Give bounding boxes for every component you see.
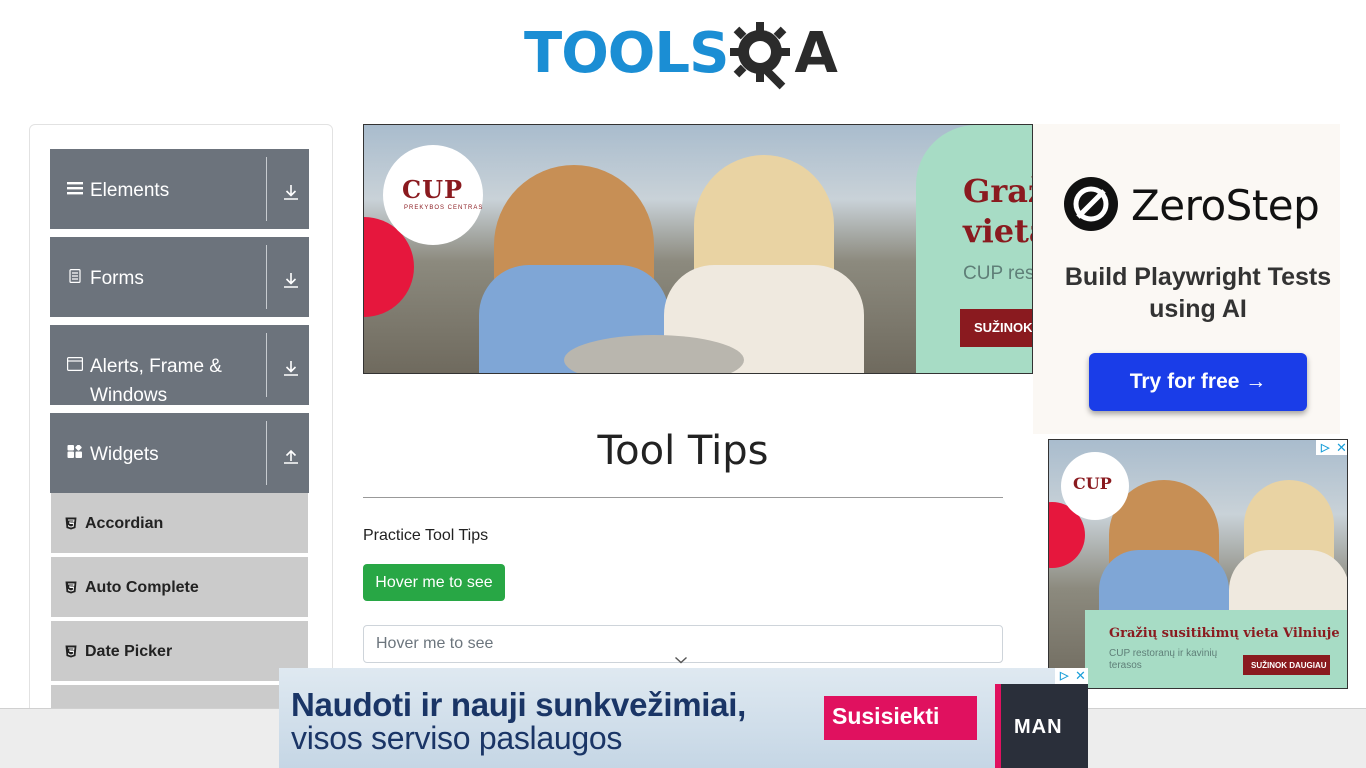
cup-logo-subtitle: PREKYBOS CENTRAS bbox=[404, 205, 484, 211]
document-icon bbox=[67, 269, 83, 284]
man-bottom-ad[interactable]: Naudoti ir nauji sunkvežimiai, visos ser… bbox=[279, 668, 1088, 768]
sidebar-item-accordian[interactable]: Accordian bbox=[51, 493, 308, 555]
html5-icon bbox=[65, 581, 77, 594]
divider bbox=[266, 245, 267, 309]
download-icon[interactable] bbox=[282, 359, 300, 377]
divider bbox=[266, 333, 267, 397]
sidebar-group-widgets[interactable]: Widgets bbox=[50, 413, 309, 493]
widgets-icon bbox=[67, 444, 83, 459]
logo-suffix: A bbox=[794, 21, 838, 86]
sidebar-item-label: Accordian bbox=[85, 515, 164, 532]
html5-icon bbox=[65, 517, 77, 530]
ad-cta-button[interactable]: Susisiekti bbox=[824, 696, 977, 740]
sidebar-group-label: Alerts, Frame & Windows bbox=[90, 356, 222, 406]
ad-subline: CUP res bbox=[963, 263, 1033, 284]
download-icon[interactable] bbox=[282, 183, 300, 201]
sidebar-group-label: Widgets bbox=[90, 444, 159, 465]
gear-magnifier-icon bbox=[730, 20, 798, 90]
toolsqa-logo[interactable]: TOOLS A bbox=[524, 16, 848, 92]
divider bbox=[266, 157, 267, 221]
zerostep-tagline: Build Playwright Tests using AI bbox=[1064, 263, 1332, 323]
sidebar-group-label: Elements bbox=[90, 180, 170, 201]
ad-headline: Naudoti ir nauji sunkvežimiai, bbox=[291, 686, 746, 723]
adchoices-badge[interactable]: ▷ ✕ bbox=[1055, 668, 1088, 684]
ad-headline-line: Graž bbox=[963, 172, 1032, 210]
sidebar-item-date-picker[interactable]: Date Picker bbox=[51, 621, 308, 683]
sidebar-group-elements[interactable]: Elements bbox=[50, 149, 309, 229]
upload-icon[interactable] bbox=[282, 447, 300, 465]
tooltip-hover-button[interactable]: Hover me to see bbox=[363, 564, 505, 601]
page: TOOLS A Elements Forms Alerts, Frame & W… bbox=[0, 0, 1366, 768]
practice-label: Practice Tool Tips bbox=[363, 527, 489, 544]
sidebar-group-forms[interactable]: Forms bbox=[50, 237, 309, 317]
cup-banner-ad[interactable]: CUP PREKYBOS CENTRAS Graž vieta CUP res … bbox=[363, 124, 1033, 374]
sidebar-item-auto-complete[interactable]: Auto Complete bbox=[51, 557, 308, 619]
ad-cta-button[interactable]: SUŽINOK bbox=[960, 309, 1032, 347]
download-icon[interactable] bbox=[282, 271, 300, 289]
sidebar-item-label: Auto Complete bbox=[85, 579, 199, 596]
window-icon bbox=[67, 357, 84, 372]
man-logo: MAN bbox=[1014, 716, 1063, 738]
cup-logo: CUP bbox=[1073, 474, 1112, 493]
ad-headline-line: vieta bbox=[963, 212, 1032, 250]
close-icon[interactable]: ✕ bbox=[1336, 440, 1347, 456]
cup-small-ad[interactable]: CUP Gražių susitikimų vieta Vilniuje CUP… bbox=[1048, 439, 1348, 689]
adchoices-icon[interactable]: ▷ bbox=[1321, 441, 1329, 454]
chevron-down-icon bbox=[674, 652, 688, 664]
zerostep-brand: ZeroStep bbox=[1131, 181, 1320, 230]
page-title: Tool Tips bbox=[597, 428, 769, 474]
sidebar-group-label: Forms bbox=[90, 268, 144, 289]
logo-text: TOOLS bbox=[524, 21, 729, 86]
zerostep-cta-button[interactable]: Try for free → bbox=[1089, 353, 1307, 411]
html5-icon bbox=[65, 645, 77, 658]
sidebar-group-alerts[interactable]: Alerts, Frame & Windows bbox=[50, 325, 309, 406]
adchoices-icon[interactable]: ▷ bbox=[1060, 669, 1068, 682]
divider bbox=[266, 421, 267, 485]
ad-subline: visos serviso paslaugos bbox=[291, 720, 623, 756]
zerostep-ad[interactable]: ZeroStep Build Playwright Tests using AI… bbox=[1033, 124, 1340, 434]
left-sidebar: Elements Forms Alerts, Frame & Windows W… bbox=[29, 124, 333, 724]
list-icon bbox=[67, 181, 83, 195]
zerostep-logo-icon bbox=[1064, 177, 1118, 231]
ad-subline: CUP restoranų ir kavinių terasos bbox=[1109, 648, 1218, 671]
adchoices-badge[interactable]: ▷ ✕ bbox=[1316, 440, 1347, 456]
ad-headline: Gražių susitikimų vieta Vilniuje bbox=[1109, 626, 1340, 641]
sidebar-item-label: Date Picker bbox=[85, 643, 173, 660]
title-divider bbox=[363, 497, 1003, 498]
ad-headline: Graž vieta bbox=[963, 171, 1032, 251]
close-icon[interactable]: ✕ bbox=[1075, 668, 1086, 684]
ad-cta-button[interactable]: SUŽINOK DAUGIAU bbox=[1243, 655, 1330, 675]
cup-logo: CUP bbox=[402, 175, 464, 204]
